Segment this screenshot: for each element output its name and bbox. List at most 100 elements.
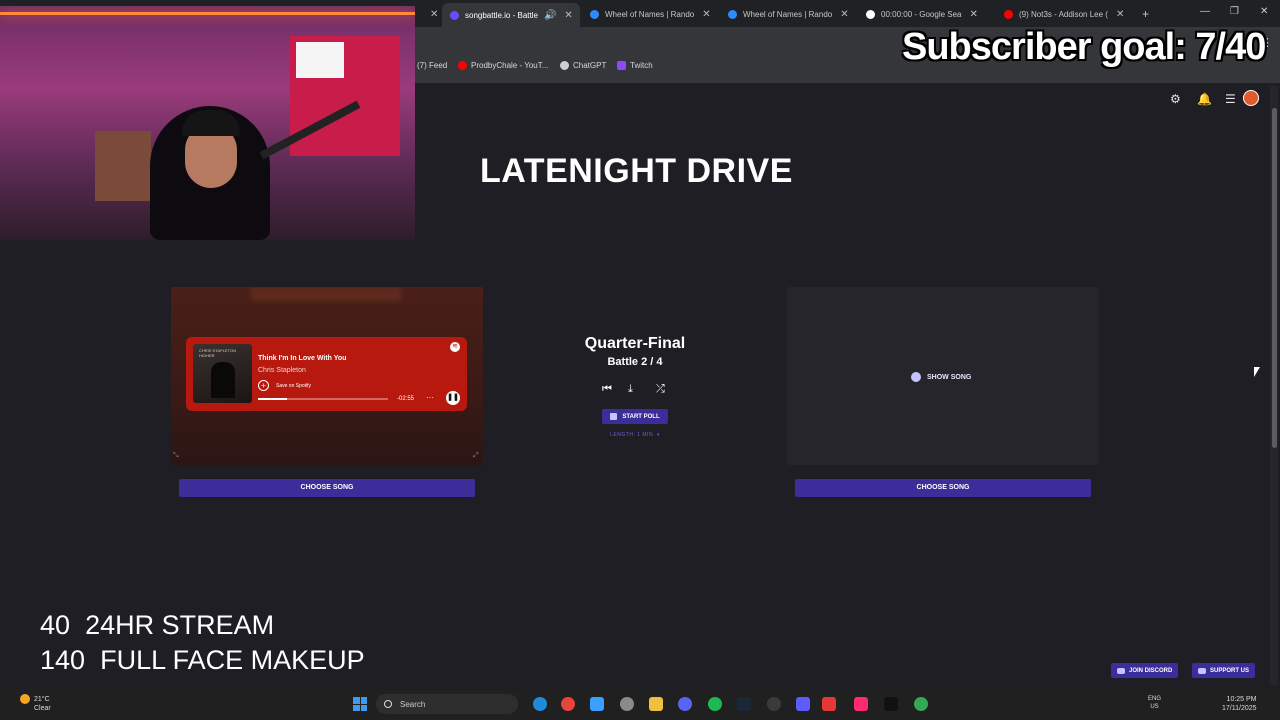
capcut-icon[interactable]	[884, 697, 898, 711]
tab-label: 00:00:00 - Google Sea	[881, 9, 962, 19]
shuffle-icon[interactable]: ⤮	[656, 383, 665, 396]
chrome-profile-icon[interactable]	[914, 697, 928, 711]
song-artist[interactable]: Chris Stapleton	[258, 367, 306, 374]
previous-icon[interactable]: ⏮	[602, 383, 612, 396]
bell-icon[interactable]: 🔔	[1197, 92, 1212, 106]
clock-time: 10:25 PM	[1226, 696, 1257, 703]
tab-label: Wheel of Names | Rando	[605, 9, 695, 19]
search-icon	[384, 700, 392, 708]
bookmark-label: ProdbyChale - YouT...	[471, 61, 549, 70]
tab-label: songbattle.io - Battle	[465, 10, 538, 20]
bookmark-twitch[interactable]: Twitch	[617, 61, 653, 70]
join-discord-label: JOIN DISCORD	[1129, 667, 1173, 674]
chrome-icon[interactable]	[561, 697, 575, 711]
more-options-icon[interactable]: ···	[426, 393, 434, 402]
add-icon[interactable]: +	[258, 380, 269, 391]
close-icon[interactable]: ✕	[1116, 9, 1124, 20]
songbattle-favicon-icon	[450, 10, 459, 20]
pause-button[interactable]: ❚❚	[446, 391, 460, 405]
clock-date: 17/11/2025	[1222, 705, 1257, 712]
steam-icon[interactable]	[737, 697, 751, 711]
region: US	[1150, 704, 1159, 710]
resize-handle-icon[interactable]: ⤢	[473, 452, 479, 460]
tab-wheel-of-names-2[interactable]: Wheel of Names | Rando ✕	[720, 4, 856, 24]
subscriber-goal: Subscriber goal: 7/40	[902, 26, 1266, 68]
scrollbar-thumb[interactable]	[1272, 108, 1277, 448]
taskbar	[0, 690, 1280, 720]
save-on-spotify[interactable]: Save on Spotify	[276, 383, 311, 389]
page-title: LATENIGHT DRIVE	[480, 152, 793, 190]
close-icon[interactable]: ✕	[564, 10, 572, 21]
bookmark-label: Twitch	[630, 61, 653, 70]
menu-icon[interactable]: ☰	[1225, 92, 1236, 106]
taskbar-search[interactable]: Search	[376, 694, 518, 714]
goal-label: FULL FACE MAKEUP	[100, 645, 365, 675]
discord-app-icon[interactable]	[678, 697, 692, 711]
start-poll-button[interactable]: START POLL	[602, 409, 668, 424]
window-close-icon[interactable]: ✕	[1260, 6, 1268, 17]
language-indicator[interactable]: ENG US	[1148, 695, 1161, 711]
system-clock[interactable]: 10:25 PM 17/11/2025	[1222, 695, 1257, 713]
spotify-app-icon[interactable]	[708, 697, 722, 711]
playback-progress-fill	[258, 398, 287, 400]
search-placeholder: Search	[400, 699, 426, 709]
goal-label: 24HR STREAM	[85, 610, 275, 640]
background-poster	[95, 131, 151, 201]
tab-songbattle[interactable]: songbattle.io - Battle 🔊 ✕	[442, 3, 580, 27]
download-icon[interactable]: ⤓	[628, 383, 633, 396]
windows-start-icon[interactable]	[353, 697, 367, 711]
tiktok-icon[interactable]	[854, 697, 868, 711]
bookmark-feed[interactable]: (7) Feed	[417, 61, 447, 70]
support-us-button[interactable]: SUPPORT US	[1192, 663, 1256, 678]
tab-google-search[interactable]: 00:00:00 - Google Sea ✕	[858, 4, 994, 24]
support-icon	[1198, 667, 1206, 674]
app-icon[interactable]	[590, 697, 604, 711]
discord-icon	[1117, 667, 1125, 674]
playback-progress[interactable]	[258, 398, 388, 400]
join-discord-button[interactable]: JOIN DISCORD	[1111, 663, 1179, 678]
spotify-logo-icon[interactable]: ≋	[450, 342, 460, 352]
bookmark-youtube[interactable]: ProdbyChale - YouT...	[458, 61, 548, 70]
time-remaining: -02:55	[397, 396, 415, 402]
new-tab-button[interactable]: +	[1134, 4, 1154, 24]
youtube-icon	[458, 61, 467, 70]
settings-app-icon[interactable]	[620, 697, 634, 711]
file-explorer-icon[interactable]	[649, 697, 663, 711]
poll-icon	[610, 413, 618, 420]
tab-youtube[interactable]: (9) Not3s - Addison Lee ( ✕	[996, 4, 1132, 24]
wheel-favicon-icon	[728, 9, 737, 19]
gear-icon[interactable]: ⚙	[1170, 92, 1181, 106]
text-app-icon[interactable]	[822, 697, 836, 711]
choose-song-right-button[interactable]: CHOOSE SONG	[795, 479, 1091, 497]
bookmark-chatgpt[interactable]: ChatGPT	[560, 61, 606, 70]
show-song-label: SHOW SONG	[927, 373, 972, 381]
close-icon[interactable]: ✕	[430, 9, 438, 20]
resize-handle-icon[interactable]: ⤡	[173, 452, 179, 460]
led-strip	[0, 12, 415, 15]
weather-temp: 21°C	[34, 695, 50, 703]
close-icon[interactable]: ✕	[702, 9, 710, 20]
poll-length-select[interactable]: LENGTH: 1 MIN. ▾	[560, 432, 710, 438]
restore-icon[interactable]: ❐	[1230, 6, 1239, 17]
edge-icon[interactable]	[533, 697, 547, 711]
webcam-feed	[0, 6, 415, 240]
show-song-button[interactable]: SHOW SONG	[911, 370, 971, 384]
avatar[interactable]	[1243, 90, 1259, 106]
round-name: Quarter-Final	[584, 335, 686, 352]
mouse-cursor-icon	[1254, 367, 1260, 377]
album-art-text: CHRIS STAPLETON HIGHER	[199, 348, 236, 358]
start-poll-label: START POLL	[622, 413, 660, 420]
tab-close-prev[interactable]: ✕	[422, 4, 440, 24]
obs-icon[interactable]	[767, 697, 781, 711]
speaker-icon[interactable]: 🔊	[544, 10, 556, 21]
minimize-icon[interactable]: —	[1200, 6, 1210, 17]
goal-amount: 140	[40, 645, 86, 675]
close-icon[interactable]: ✕	[840, 9, 848, 20]
close-icon[interactable]: ✕	[970, 9, 978, 20]
tab-wheel-of-names-1[interactable]: Wheel of Names | Rando ✕	[582, 4, 718, 24]
song-title[interactable]: Think I'm In Love With You	[258, 355, 346, 362]
choose-song-left-button[interactable]: CHOOSE SONG	[179, 479, 475, 497]
app-icon[interactable]	[796, 697, 810, 711]
plus-icon[interactable]: +	[1142, 7, 1149, 21]
weather-widget[interactable]: 21°C Clear	[20, 694, 51, 713]
